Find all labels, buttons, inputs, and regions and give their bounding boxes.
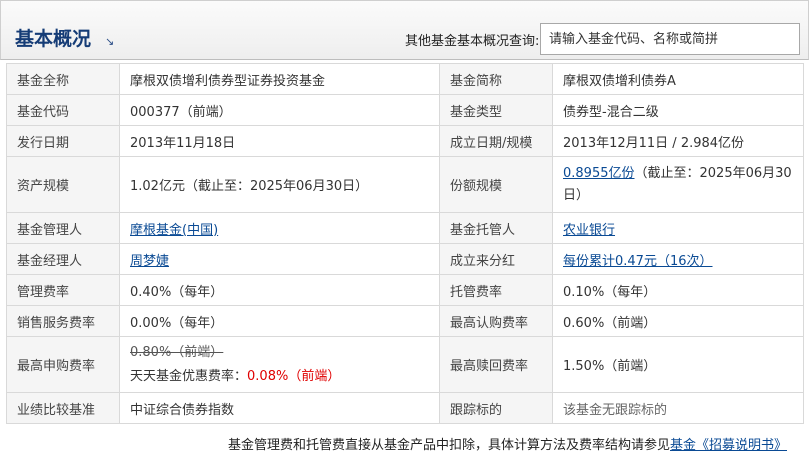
dividend-cell: 每份累计0.47元（16次） — [552, 243, 804, 275]
manager-label: 基金管理人 — [6, 212, 120, 244]
share-size-cell: 0.8955亿份（截止至：2025年06月30日） — [552, 156, 804, 213]
share-size-label: 份额规模 — [439, 156, 553, 213]
fund-shortname-value: 摩根双债增利债券A — [552, 63, 804, 95]
established-value: 2013年12月11日 / 2.984亿份 — [552, 125, 804, 157]
table-row: 基金全称 摩根双债增利债券型证券投资基金 基金简称 摩根双债增利债券A — [6, 63, 804, 95]
table-row: 资产规模 1.02亿元（截止至：2025年06月30日） 份额规模 0.8955… — [6, 156, 804, 213]
fund-code-value: 000377（前端） — [119, 94, 440, 126]
max-subscribe-value: 0.60%（前端） — [552, 305, 804, 337]
fund-code-label: 基金代码 — [6, 94, 120, 126]
issue-date-label: 发行日期 — [6, 125, 120, 157]
sales-fee-label: 销售服务费率 — [6, 305, 120, 337]
table-row: 业绩比较基准 中证综合债券指数 跟踪标的 该基金无跟踪标的 — [6, 392, 804, 424]
dividend-link[interactable]: 每份累计0.47元（16次） — [563, 254, 713, 269]
max-redeem-label: 最高赎回费率 — [439, 336, 553, 393]
manager-cell: 摩根基金(中国) — [119, 212, 440, 244]
custody-fee-value: 0.10%（每年） — [552, 274, 804, 306]
footer-note-text: 基金管理费和托管费直接从基金产品中扣除，具体计算方法及费率结构请参见 — [227, 438, 670, 453]
custody-fee-label: 托管费率 — [439, 274, 553, 306]
table-row: 基金经理人 周梦婕 成立来分红 每份累计0.47元（16次） — [6, 243, 804, 275]
max-purchase-cell: 0.80%（前端） 天天基金优惠费率：0.08%（前端） — [119, 336, 440, 393]
table-row: 基金代码 000377（前端） 基金类型 债券型-混合二级 — [6, 94, 804, 126]
section-title: 基本概况 — [15, 28, 92, 50]
fund-manager-link[interactable]: 周梦婕 — [130, 254, 169, 269]
benchmark-label: 业绩比较基准 — [6, 392, 120, 424]
footer-note: 基金管理费和托管费直接从基金产品中扣除，具体计算方法及费率结构请参见基金《招募说… — [228, 434, 787, 453]
share-size-link[interactable]: 0.8955亿份 — [563, 166, 635, 181]
max-redeem-value: 1.50%（前端） — [552, 336, 804, 393]
search-label: 其他基金基本概况查询: — [405, 34, 540, 49]
promo-fee-value: 0.08%（前端） — [247, 368, 341, 384]
fund-fullname-value: 摩根双债增利债券型证券投资基金 — [119, 63, 440, 95]
issue-date-value: 2013年11月18日 — [119, 125, 440, 157]
fund-manager-cell: 周梦婕 — [119, 243, 440, 275]
max-purchase-label: 最高申购费率 — [6, 336, 120, 393]
prospectus-link[interactable]: 基金《招募说明书》 — [670, 438, 787, 453]
table-row: 管理费率 0.40%（每年） 托管费率 0.10%（每年） — [6, 274, 804, 306]
custodian-cell: 农业银行 — [552, 212, 804, 244]
mgmt-fee-label: 管理费率 — [6, 274, 120, 306]
asset-size-label: 资产规模 — [6, 156, 120, 213]
table-row: 基金管理人 摩根基金(中国) 基金托管人 农业银行 — [6, 212, 804, 244]
table-row: 最高申购费率 0.80%（前端） 天天基金优惠费率：0.08%（前端） 最高赎回… — [6, 336, 804, 393]
promo-fee-label: 天天基金优惠费率： — [130, 368, 248, 384]
sales-fee-value: 0.00%（每年） — [119, 305, 440, 337]
benchmark-value: 中证综合债券指数 — [119, 392, 440, 424]
arrow-icon[interactable]: ↘ — [105, 35, 114, 48]
table-row: 发行日期 2013年11月18日 成立日期/规模 2013年12月11日 / 2… — [6, 125, 804, 157]
manager-link[interactable]: 摩根基金(中国) — [130, 223, 218, 238]
custodian-link[interactable]: 农业银行 — [563, 223, 615, 238]
established-label: 成立日期/规模 — [439, 125, 553, 157]
fund-fullname-label: 基金全称 — [6, 63, 120, 95]
fund-manager-label: 基金经理人 — [6, 243, 120, 275]
asset-size-value: 1.02亿元（截止至：2025年06月30日） — [119, 156, 440, 213]
custodian-label: 基金托管人 — [439, 212, 553, 244]
tracking-label: 跟踪标的 — [439, 392, 553, 424]
tracking-value: 该基金无跟踪标的 — [552, 392, 804, 424]
dividend-label: 成立来分红 — [439, 243, 553, 275]
promo-fee-line: 天天基金优惠费率：0.08%（前端） — [130, 365, 429, 389]
fund-overview-table: 基金全称 摩根双债增利债券型证券投资基金 基金简称 摩根双债增利债券A 基金代码… — [6, 63, 804, 424]
table-row: 销售服务费率 0.00%（每年） 最高认购费率 0.60%（前端） — [6, 305, 804, 337]
fund-type-value: 债券型-混合二级 — [552, 94, 804, 126]
fund-type-label: 基金类型 — [439, 94, 553, 126]
section-header: 基本概况 ↘ 其他基金基本概况查询: — [0, 0, 809, 60]
fund-search-input[interactable] — [540, 23, 800, 55]
mgmt-fee-value: 0.40%（每年） — [119, 274, 440, 306]
max-subscribe-label: 最高认购费率 — [439, 305, 553, 337]
fund-shortname-label: 基金简称 — [439, 63, 553, 95]
original-fee-value: 0.80%（前端） — [130, 344, 224, 360]
